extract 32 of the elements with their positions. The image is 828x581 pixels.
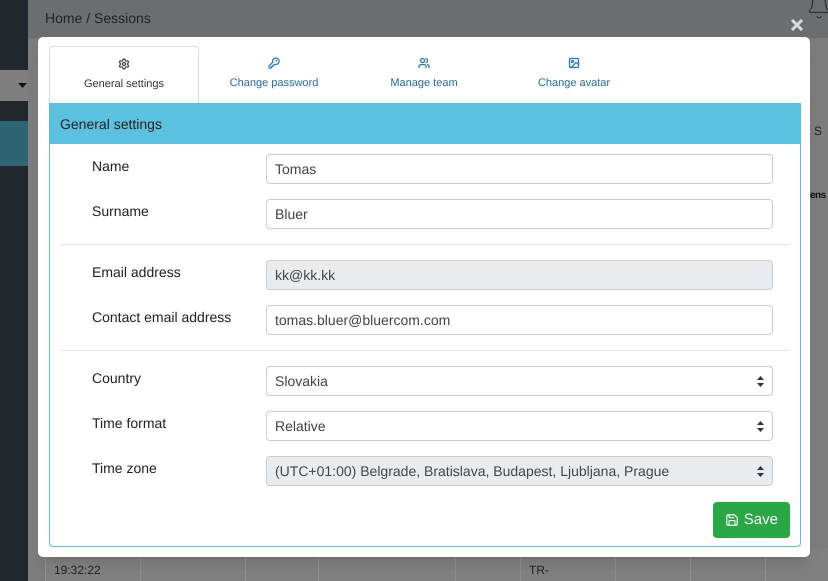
field-label: Country [92, 369, 142, 388]
column-header: ens [810, 189, 826, 203]
field-label: Time zone [92, 459, 158, 478]
select-field[interactable]: Slovakia [266, 366, 773, 396]
text-field[interactable]: Bluer [266, 199, 773, 229]
caret-icon [18, 83, 27, 88]
key-icon [268, 57, 280, 70]
field-label: Name [92, 157, 130, 176]
image-icon [568, 57, 580, 70]
field-label: Time format [92, 414, 168, 433]
sort-arrows-icon [757, 376, 764, 386]
tab[interactable]: Change avatar [499, 46, 649, 103]
column-header: S [814, 123, 822, 140]
select-field[interactable]: Relative [266, 411, 773, 441]
sort-arrows-icon [757, 466, 764, 476]
text-field[interactable]: tomas.bluer@bluercom.com [266, 305, 773, 335]
table-cell-text: 19:32:22 [54, 563, 102, 577]
text-field[interactable]: Tomas [266, 154, 773, 184]
sidebar-dropdown[interactable] [0, 70, 28, 101]
gear-icon [118, 58, 130, 70]
sort-arrows-icon [757, 420, 764, 432]
field-label: Surname [92, 202, 150, 221]
field-label: Email address [92, 263, 182, 282]
tab[interactable]: General settings [49, 46, 199, 103]
tab[interactable]: Change password [199, 46, 349, 103]
tab[interactable]: Manage team [349, 46, 499, 103]
table-cell-text: TR- [529, 563, 550, 577]
panel-header: General settings [50, 104, 800, 144]
users-icon [418, 57, 430, 70]
field-label: Contact email address [92, 308, 232, 327]
close-icon[interactable] [791, 19, 803, 31]
breadcrumb: Home / Sessions [45, 11, 151, 25]
